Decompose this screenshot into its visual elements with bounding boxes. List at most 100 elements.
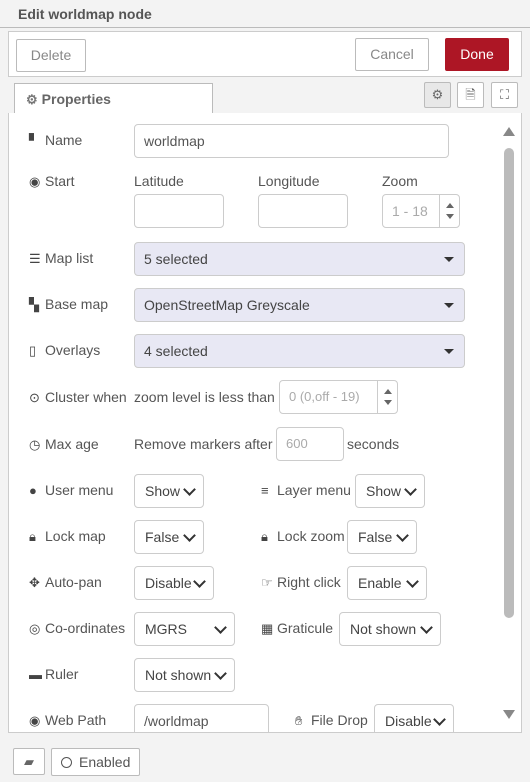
tray-title: Edit worldmap node <box>18 6 152 22</box>
description-tab-icon[interactable]: 🗎 <box>457 82 484 108</box>
start-label: ◉ Start <box>29 173 75 189</box>
dot-circle-icon: ⊙ <box>29 390 40 405</box>
properties-panel: ▘ Name worldmap ◉ Start Latitude Longitude… <box>8 113 522 733</box>
zoom-label: Zoom <box>382 173 418 189</box>
overlays-select[interactable]: 4 selected <box>134 334 465 368</box>
scrollbar-thumb[interactable] <box>504 148 514 618</box>
map-list-label: ☰ Map list <box>29 250 94 266</box>
right-click-label: ☞ Right click <box>261 574 341 590</box>
circle-icon <box>61 757 72 768</box>
chevron-down-icon <box>183 529 195 543</box>
clock-icon: ◷ <box>29 437 41 452</box>
enabled-toggle[interactable]: Enabled <box>51 748 140 776</box>
lock-map-select[interactable]: False <box>134 520 204 554</box>
longitude-label: Longitude <box>258 173 320 189</box>
cancel-button[interactable]: Cancel <box>355 38 429 71</box>
tray-toolbar: Delete Cancel Done <box>8 31 522 77</box>
overlays-label: ▯ Overlays <box>29 342 101 358</box>
tab-properties[interactable]: ⚙ Properties <box>14 83 213 115</box>
graticule-select[interactable]: Not shown <box>339 612 441 646</box>
chevron-down-icon <box>433 713 445 727</box>
layer-menu-label: ≡ Layer menu <box>261 482 351 498</box>
vertical-scrollbar[interactable] <box>502 125 516 725</box>
lock-zoom-select[interactable]: False <box>347 520 417 554</box>
globe-icon: ◉ <box>29 713 41 728</box>
hand-pointer-icon: ☞ <box>261 575 273 590</box>
minus-icon: ▬ <box>29 667 42 682</box>
max-age-label: ◷ Max age <box>29 436 99 452</box>
cluster-label: ⊙ Cluster when <box>29 389 127 405</box>
latitude-label: Latitude <box>134 173 184 189</box>
max-age-text-before: Remove markers after <box>134 436 273 452</box>
compass-icon: ◎ <box>29 621 41 636</box>
cluster-text: zoom level is less than <box>134 389 275 405</box>
lock-icon: 🔒︎ <box>29 529 36 544</box>
ruler-select[interactable]: Not shown <box>134 658 235 692</box>
max-age-text-after: seconds <box>347 436 400 452</box>
web-path-input[interactable]: /worldmap <box>134 704 269 732</box>
zoom-input[interactable]: 1 - 18 <box>382 194 460 228</box>
done-button[interactable]: Done <box>445 38 509 71</box>
name-label: ▘ Name <box>29 132 83 148</box>
auto-pan-label: ✥ Auto-pan <box>29 574 102 590</box>
latitude-input[interactable] <box>134 194 224 228</box>
max-age-input[interactable]: 600 <box>276 427 344 461</box>
map-outline-icon: ▯ <box>29 343 37 358</box>
cluster-input[interactable]: 0 (0,off - 19) <box>279 380 398 414</box>
cluster-spinner[interactable] <box>377 381 397 413</box>
ruler-label: ▬ Ruler <box>29 666 79 682</box>
lock-zoom-label: 🔒︎ Lock zoom <box>261 528 345 544</box>
caret-down-icon <box>444 349 454 354</box>
chevron-down-icon <box>406 575 418 589</box>
globe-icon: ◉ <box>29 174 41 189</box>
base-map-select[interactable]: OpenStreetMap Greyscale <box>134 288 465 322</box>
scroll-up-arrow-icon[interactable] <box>503 127 515 136</box>
auto-pan-select[interactable]: Disable <box>134 566 214 600</box>
settings-tab-icon[interactable]: ⚙ <box>424 82 451 108</box>
layer-menu-select[interactable]: Show <box>355 474 425 508</box>
chevron-down-icon <box>214 667 226 681</box>
map-list-select[interactable]: 5 selected <box>134 242 465 276</box>
bars-icon: ≡ <box>261 483 269 498</box>
right-click-select[interactable]: Enable <box>347 566 427 600</box>
lock-icon: 🔒︎ <box>261 529 268 544</box>
caret-down-icon <box>444 303 454 308</box>
file-drop-select[interactable]: Disable <box>374 704 454 732</box>
user-menu-select[interactable]: Show <box>134 474 204 508</box>
coordinates-select[interactable]: MGRS <box>134 612 235 646</box>
caret-down-icon <box>444 257 454 262</box>
book-icon[interactable]: ▰ <box>13 748 45 775</box>
zoom-spinner[interactable] <box>439 195 459 227</box>
expand-arrows-icon: ✥ <box>29 575 40 590</box>
chevron-down-icon <box>404 483 416 497</box>
user-icon: ● <box>29 483 37 498</box>
graticule-label: ▦ Graticule <box>261 620 334 636</box>
coordinates-label: ◎ Co-ordinates <box>29 620 126 636</box>
chevron-down-icon <box>183 483 195 497</box>
gear-icon: ⚙ <box>26 92 38 107</box>
appearance-tab-icon[interactable]: ⛶ <box>491 82 518 108</box>
delete-button[interactable]: Delete <box>16 39 86 72</box>
list-icon: ☰ <box>29 251 41 266</box>
web-path-label: ◉ Web Path <box>29 712 107 728</box>
hand-icon: ✋︎ <box>295 713 303 728</box>
user-menu-label: ● User menu <box>29 482 114 498</box>
chevron-down-icon <box>214 621 226 635</box>
name-input[interactable]: worldmap <box>134 124 449 158</box>
chevron-down-icon <box>193 575 205 589</box>
map-icon: ▚ <box>29 297 39 312</box>
tray-footer: ▰ Enabled <box>8 745 522 778</box>
base-map-label: ▚ Base map <box>29 296 109 312</box>
tab-properties-label: Properties <box>41 91 111 107</box>
lock-map-label: 🔒︎ Lock map <box>29 528 106 544</box>
scroll-down-arrow-icon[interactable] <box>503 710 515 719</box>
file-icon: ▘ <box>29 133 39 148</box>
file-drop-label: ✋︎ File Drop <box>295 712 368 728</box>
tray-header: Edit worldmap node <box>0 0 530 28</box>
chevron-down-icon <box>396 529 408 543</box>
grid-icon: ▦ <box>261 621 274 636</box>
enabled-label: Enabled <box>79 754 131 770</box>
longitude-input[interactable] <box>258 194 348 228</box>
chevron-down-icon <box>420 621 432 635</box>
tab-bar: ⚙ Properties ⚙ 🗎 ⛶ <box>8 78 522 115</box>
